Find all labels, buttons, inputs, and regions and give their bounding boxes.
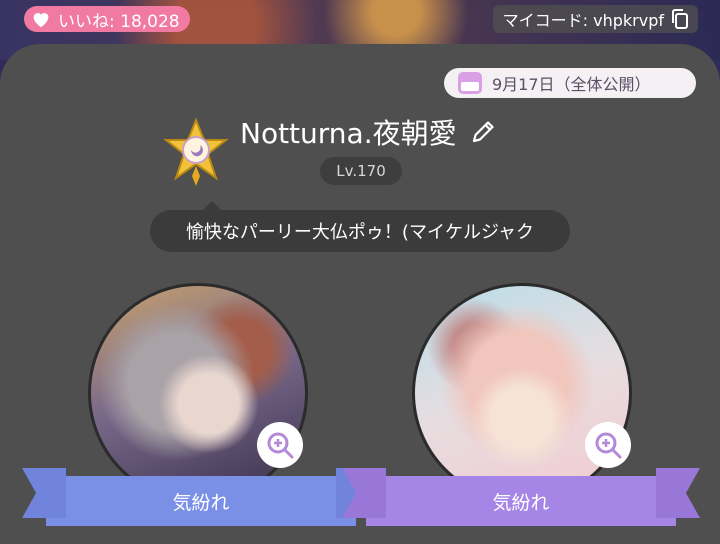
likes-counter: いいね: 18,028 [24, 6, 190, 32]
avatar-right[interactable] [412, 283, 632, 503]
date-text: 9月17日（全体公開） [492, 75, 651, 94]
zoom-in-button-right[interactable] [585, 422, 631, 468]
copy-icon[interactable] [670, 8, 690, 30]
ribbon-tail [342, 468, 386, 518]
avatar-left[interactable] [88, 283, 308, 503]
magnifier-plus-icon [267, 432, 294, 459]
player-name-row: Notturna.夜朝愛 [240, 112, 497, 152]
ribbon-label: 気紛れ [172, 491, 230, 514]
ribbon-label: 気紛れ [492, 491, 550, 514]
level-badge: Lv.170 [320, 157, 402, 185]
my-code-button[interactable]: マイコード: vhpkrvpf [492, 5, 698, 33]
coordinate-ribbon-right[interactable]: 気紛れ [342, 468, 700, 526]
likes-text: いいね: 18,028 [58, 11, 180, 32]
zoom-in-button-left[interactable] [257, 422, 303, 468]
birthday-date-pill: 9月17日（全体公開） [444, 68, 696, 98]
pencil-edit-icon[interactable] [469, 118, 497, 146]
magnifier-plus-icon [595, 432, 622, 459]
coordinate-ribbon-left[interactable]: 気紛れ [22, 468, 380, 526]
my-code-text: マイコード: vhpkrvpf [502, 11, 664, 30]
star-rank-badge-icon [163, 118, 229, 186]
status-message-text: 愉快なパーリー大仏ポゥ！(マイケルジャク [185, 222, 535, 243]
ribbon-tail [656, 468, 700, 518]
heart-icon [33, 13, 49, 28]
ribbon-tail [22, 468, 66, 518]
calendar-icon [458, 72, 482, 94]
player-name: Notturna.夜朝愛 [240, 117, 457, 150]
status-message-bubble: 愉快なパーリー大仏ポゥ！(マイケルジャク [150, 201, 570, 252]
